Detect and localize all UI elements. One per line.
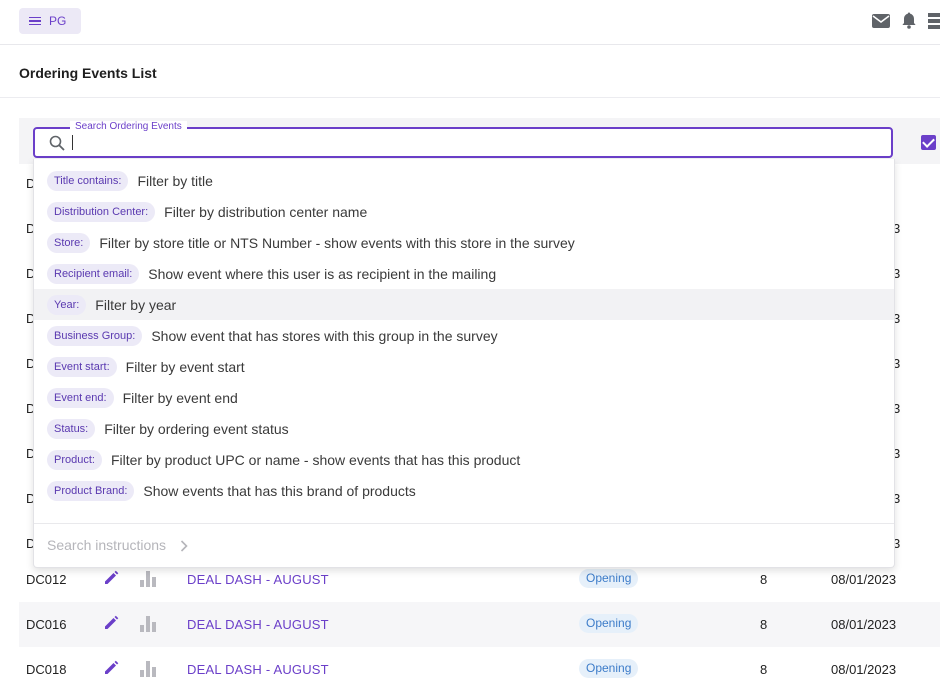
status-badge: Opening	[579, 659, 639, 678]
table-row[interactable]: DC018 DEAL DASH - AUGUST Opening 8 08/01…	[19, 647, 940, 692]
page-header: Ordering Events List	[0, 45, 940, 98]
top-actions	[872, 12, 940, 34]
suggestion-description: Filter by store title or NTS Number - sh…	[99, 234, 575, 251]
suggestion-description: Show event where this user is as recipie…	[148, 265, 497, 282]
edit-icon[interactable]	[103, 615, 119, 631]
event-code: DC016	[26, 617, 67, 632]
stats-icon[interactable]	[140, 571, 158, 587]
main-menu-button[interactable]: PG	[19, 8, 81, 34]
suggestion-description: Show event that has stores with this gro…	[151, 327, 498, 344]
suggestion-year[interactable]: Year: Filter by year	[34, 289, 894, 320]
menu-icon	[29, 16, 41, 26]
suggestion-description: Filter by year	[95, 296, 177, 313]
text-caret	[72, 135, 73, 150]
top-app-bar: PG	[0, 0, 940, 45]
bell-icon[interactable]	[902, 12, 916, 34]
suggestion-store[interactable]: Store: Filter by store title or NTS Numb…	[34, 227, 894, 258]
store-count: 8	[760, 662, 768, 677]
suggestion-chip: Store:	[47, 232, 91, 253]
suggestion-chip: Recipient email:	[47, 263, 140, 284]
suggestion-distribution-center[interactable]: Distribution Center: Filter by distribut…	[34, 196, 894, 227]
search-icon	[49, 135, 65, 151]
suggestion-title[interactable]: Title contains: Filter by title	[34, 165, 894, 196]
table-row[interactable]: DC016 DEAL DASH - AUGUST Opening 8 08/01…	[19, 602, 940, 647]
suggestion-description: Filter by event start	[125, 358, 245, 375]
mail-icon[interactable]	[872, 13, 890, 33]
stats-icon[interactable]	[140, 661, 158, 677]
store-count: 8	[760, 572, 768, 587]
stats-icon[interactable]	[140, 616, 158, 632]
suggestion-chip: Event end:	[47, 387, 114, 408]
suggestion-chip: Product:	[47, 449, 102, 470]
suggestion-description: Filter by title	[137, 172, 213, 189]
suggestion-recipient-email[interactable]: Recipient email: Show event where this u…	[34, 258, 894, 289]
grid-menu-icon[interactable]	[928, 12, 940, 34]
page-title: Ordering Events List	[19, 65, 157, 81]
suggestion-chip: Event start:	[47, 356, 117, 377]
suggestion-description: Show events that has this brand of produ…	[143, 482, 416, 499]
suggestion-description: Filter by event end	[122, 389, 238, 406]
event-name-link[interactable]: DEAL DASH - AUGUST	[187, 662, 329, 677]
status-badge: Opening	[579, 614, 639, 633]
edit-icon[interactable]	[103, 660, 119, 676]
suggestion-description: Filter by distribution center name	[164, 203, 368, 220]
suggestion-chip: Business Group:	[47, 325, 143, 346]
suggestion-chip: Title contains:	[47, 170, 129, 191]
suggestion-chip: Year:	[47, 294, 87, 315]
suggestion-event-start[interactable]: Event start: Filter by event start	[34, 351, 894, 382]
edit-icon[interactable]	[103, 570, 119, 586]
search-label: Search Ordering Events	[70, 121, 187, 132]
search-instructions-link[interactable]: Search instructions	[47, 537, 166, 553]
suggestion-description: Filter by product UPC or name - show eve…	[110, 451, 521, 468]
event-date: 08/01/2023	[831, 662, 897, 677]
search-suggestions-dropdown: Title contains: Filter by title Distribu…	[33, 159, 895, 568]
menu-button-label: PG	[49, 14, 67, 28]
suggestion-chip: Status:	[47, 418, 96, 439]
event-name-link[interactable]: DEAL DASH - AUGUST	[187, 572, 329, 587]
event-code: DC018	[26, 662, 67, 677]
event-name-link[interactable]: DEAL DASH - AUGUST	[187, 617, 329, 632]
suggestion-description: Filter by ordering event status	[104, 420, 289, 437]
suggestion-chip: Product Brand:	[47, 480, 135, 501]
status-badge: Opening	[579, 569, 639, 588]
store-count: 8	[760, 617, 768, 632]
suggestion-event-end[interactable]: Event end: Filter by event end	[34, 382, 894, 413]
suggestion-status[interactable]: Status: Filter by ordering event status	[34, 413, 894, 444]
select-all-checkbox[interactable]	[921, 135, 936, 150]
dropdown-divider	[34, 523, 894, 524]
event-date: 08/01/2023	[831, 572, 897, 587]
suggestion-chip: Distribution Center:	[47, 201, 156, 222]
suggestion-product-brand[interactable]: Product Brand: Show events that has this…	[34, 475, 894, 506]
event-code: DC012	[26, 572, 67, 587]
chevron-right-icon[interactable]	[180, 539, 188, 552]
event-date: 08/01/2023	[831, 617, 897, 632]
suggestion-product[interactable]: Product: Filter by product UPC or name -…	[34, 444, 894, 475]
suggestion-business-group[interactable]: Business Group: Show event that has stor…	[34, 320, 894, 351]
